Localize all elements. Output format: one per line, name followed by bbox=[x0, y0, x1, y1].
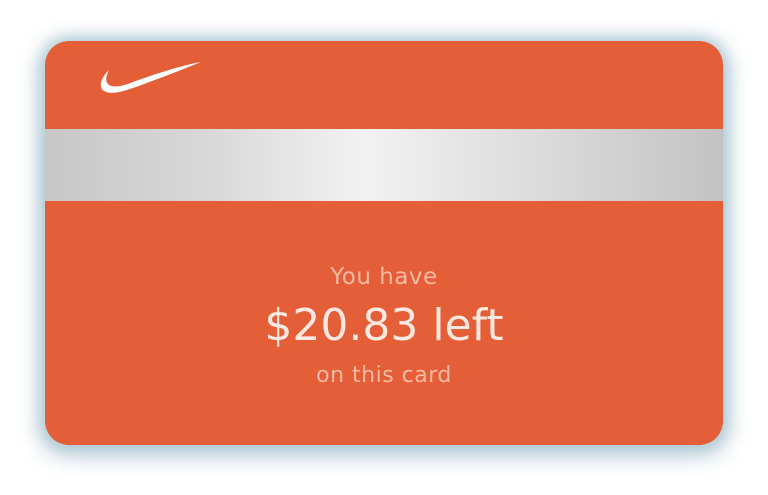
balance-intro-text: You have bbox=[330, 264, 438, 290]
balance-message: You have $20.83 left on this card bbox=[45, 259, 723, 393]
magnetic-stripe bbox=[45, 129, 723, 201]
balance-amount-text: $20.83 left bbox=[264, 300, 504, 351]
balance-footer-text: on this card bbox=[316, 363, 452, 388]
gift-card: You have $20.83 left on this card bbox=[45, 41, 723, 445]
page: You have $20.83 left on this card bbox=[0, 0, 768, 495]
swoosh-icon bbox=[99, 60, 203, 102]
